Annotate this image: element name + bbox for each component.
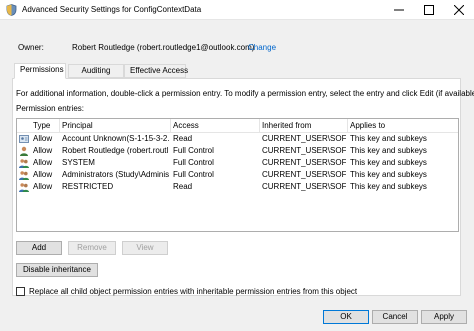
maximize-icon — [424, 5, 434, 15]
column-header-principal[interactable]: Principal — [62, 121, 93, 130]
column-header-type[interactable]: Type — [33, 121, 50, 130]
table-row[interactable]: Allow Account Unknown(S-1-15-3-2... Read… — [17, 133, 458, 145]
add-button[interactable]: Add — [16, 241, 62, 255]
cell-access: Full Control — [173, 158, 214, 167]
cell-type: Allow — [33, 134, 53, 143]
tab-effective-access[interactable]: Effective Access — [124, 64, 188, 78]
cell-inherited-from: CURRENT_USER\SOFTW... — [262, 182, 346, 191]
group-icon — [19, 182, 29, 192]
tab-permissions[interactable]: Permissions — [14, 63, 66, 79]
title-bar: Advanced Security Settings for ConfigCon… — [0, 0, 474, 20]
disable-inheritance-button[interactable]: Disable inheritance — [16, 263, 98, 277]
cell-inherited-from: CURRENT_USER\SOFTW... — [262, 170, 346, 179]
cell-inherited-from: CURRENT_USER\SOFTW... — [262, 146, 346, 155]
cell-type: Allow — [33, 158, 53, 167]
cell-principal: Robert Routledge (robert.routl... — [62, 146, 169, 155]
owner-value: Robert Routledge (robert.routledge1@outl… — [72, 43, 255, 52]
cell-applies-to: This key and subkeys — [350, 158, 427, 167]
ok-button[interactable]: OK — [323, 310, 369, 324]
replace-child-permissions-checkbox[interactable] — [16, 287, 25, 296]
info-text: For additional information, double-click… — [16, 89, 474, 98]
cell-access: Read — [173, 182, 193, 191]
table-row[interactable]: Allow RESTRICTED Read CURRENT_USER\SOFTW… — [17, 181, 458, 193]
maximize-button[interactable] — [414, 0, 444, 20]
view-button[interactable]: View — [122, 241, 168, 255]
cell-type: Allow — [33, 182, 53, 191]
cancel-button[interactable]: Cancel — [372, 310, 418, 324]
column-divider[interactable] — [170, 119, 171, 132]
owner-label: Owner: — [18, 43, 44, 52]
group-icon — [19, 158, 29, 168]
permission-entries-list[interactable]: Type Principal Access Inherited from App… — [16, 118, 459, 232]
cell-inherited-from: CURRENT_USER\SOFTW... — [262, 134, 346, 143]
cell-applies-to: This key and subkeys — [350, 170, 427, 179]
column-divider[interactable] — [59, 119, 60, 132]
unknown-account-icon — [19, 134, 29, 144]
column-header-applies-to[interactable]: Applies to — [350, 121, 385, 130]
cell-access: Full Control — [173, 170, 214, 179]
column-header-access[interactable]: Access — [173, 121, 199, 130]
cell-type: Allow — [33, 170, 53, 179]
change-owner-link[interactable]: Change — [248, 43, 276, 52]
security-shield-icon — [6, 4, 17, 16]
cell-applies-to: This key and subkeys — [350, 146, 427, 155]
table-row[interactable]: Allow SYSTEM Full Control CURRENT_USER\S… — [17, 157, 458, 169]
close-icon — [454, 5, 464, 15]
cell-applies-to: This key and subkeys — [350, 182, 427, 191]
permission-entries-label: Permission entries: — [16, 104, 85, 113]
replace-child-permissions-label[interactable]: Replace all child object permission entr… — [29, 287, 357, 296]
cell-applies-to: This key and subkeys — [350, 134, 427, 143]
cell-principal: RESTRICTED — [62, 182, 114, 191]
apply-button[interactable]: Apply — [421, 310, 467, 324]
cell-principal: SYSTEM — [62, 158, 95, 167]
column-divider[interactable] — [259, 119, 260, 132]
table-row[interactable]: Allow Robert Routledge (robert.routl... … — [17, 145, 458, 157]
list-header: Type Principal Access Inherited from App… — [17, 119, 458, 133]
group-icon — [19, 170, 29, 180]
close-button[interactable] — [444, 0, 474, 20]
minimize-button[interactable] — [384, 0, 414, 20]
cell-access: Full Control — [173, 146, 214, 155]
cell-type: Allow — [33, 146, 53, 155]
minimize-icon — [394, 9, 404, 11]
tab-auditing[interactable]: Auditing — [68, 64, 124, 78]
cell-inherited-from: CURRENT_USER\SOFTW... — [262, 158, 346, 167]
column-divider[interactable] — [347, 119, 348, 132]
user-icon — [19, 146, 29, 156]
column-header-inherited-from[interactable]: Inherited from — [262, 121, 311, 130]
remove-button[interactable]: Remove — [68, 241, 116, 255]
table-row[interactable]: Allow Administrators (Study\Adminis... F… — [17, 169, 458, 181]
cell-principal: Account Unknown(S-1-15-3-2... — [62, 134, 169, 143]
window-title: Advanced Security Settings for ConfigCon… — [22, 5, 202, 14]
cell-principal: Administrators (Study\Adminis... — [62, 170, 169, 179]
cell-access: Read — [173, 134, 193, 143]
